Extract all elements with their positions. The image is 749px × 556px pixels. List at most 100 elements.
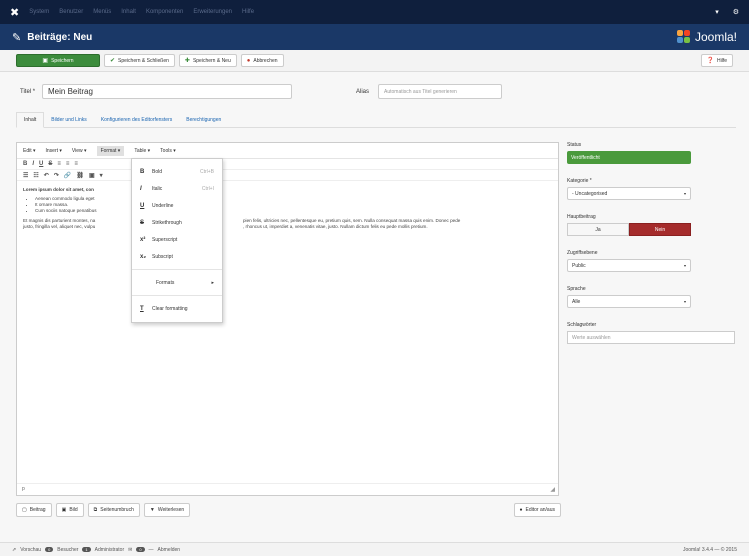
toggle-editor-button[interactable]: ● Editor an/aus bbox=[513, 503, 561, 517]
format-formats-submenu[interactable]: Formats ▸ bbox=[132, 274, 222, 291]
menu-components[interactable]: Komponenten bbox=[146, 9, 183, 15]
content-heading: Lorem ipsum dolor sit amet, con bbox=[23, 187, 94, 192]
editor-menu-view[interactable]: View ▾ bbox=[72, 148, 87, 154]
rich-text-editor[interactable]: Edit ▾ Insert ▾ View ▾ Format ▾ Table ▾ … bbox=[16, 142, 559, 496]
bold-icon[interactable]: B bbox=[23, 161, 27, 167]
eye-icon: ● bbox=[519, 507, 523, 513]
featured-yes[interactable]: Ja bbox=[567, 223, 629, 236]
clear-format-icon: T bbox=[140, 305, 144, 312]
editor-content[interactable]: Lorem ipsum dolor sit amet, con Aenean c… bbox=[17, 181, 558, 236]
tab-images-links[interactable]: Bilder und Links bbox=[44, 117, 94, 127]
element-path[interactable]: p bbox=[22, 486, 25, 492]
save-new-button[interactable]: ✚ Speichern & Neu bbox=[178, 54, 237, 67]
format-superscript[interactable]: x² Superscript bbox=[132, 231, 222, 248]
format-subscript[interactable]: x₂ Subscript bbox=[132, 248, 222, 265]
format-strikethrough[interactable]: S Strikethrough bbox=[132, 214, 222, 231]
format-italic[interactable]: I Italic Ctrl+I bbox=[132, 180, 222, 197]
more-icon[interactable]: ▾ bbox=[100, 172, 103, 179]
alias-label: Alias bbox=[356, 88, 370, 95]
tab-editor-config[interactable]: Konfigurieren des Editorfensters bbox=[94, 117, 179, 127]
joomla-logo-icon[interactable]: ✖ bbox=[10, 6, 19, 19]
bold-icon: B bbox=[140, 168, 145, 175]
chevron-down-icon: ▾ bbox=[683, 191, 686, 196]
help-button[interactable]: ❓ Hilfe bbox=[700, 54, 733, 67]
tags-input[interactable]: Werte auswählen bbox=[567, 331, 735, 344]
format-bold[interactable]: B Bold Ctrl+B bbox=[132, 163, 222, 180]
underline-icon[interactable]: U bbox=[39, 161, 43, 167]
menu-help[interactable]: Hilfe bbox=[242, 9, 254, 15]
alias-input[interactable]: Automatisch aus Titel generieren bbox=[378, 84, 502, 99]
format-clear[interactable]: T Clear formatting bbox=[132, 300, 222, 317]
align-left-icon[interactable]: ≡ bbox=[57, 161, 61, 167]
save-button[interactable]: ▣ Speichern bbox=[16, 54, 100, 67]
insert-image-button[interactable]: ▣ Bild bbox=[55, 503, 84, 517]
visitors-badge: 0 bbox=[45, 547, 54, 552]
image-icon[interactable]: ▣ bbox=[89, 172, 95, 179]
gear-icon[interactable]: ⚙ bbox=[733, 8, 739, 16]
save-new-label: Speichern & Neu bbox=[192, 57, 231, 64]
italic-icon: I bbox=[140, 185, 142, 192]
pagebreak-button[interactable]: ⧉ Seitenumbruch bbox=[87, 503, 140, 517]
save-label: Speichern bbox=[51, 57, 74, 64]
editor-menu-edit[interactable]: Edit ▾ bbox=[23, 148, 36, 154]
version-text: Joomla! 3.4.4 — © 2015 bbox=[683, 546, 737, 553]
menu-extensions[interactable]: Erweiterungen bbox=[193, 9, 232, 15]
menu-system[interactable]: System bbox=[29, 9, 49, 15]
align-right-icon[interactable]: ≡ bbox=[74, 161, 78, 167]
editor-toolbar-row-1: B I U S ≡ ≡ ≡ bbox=[17, 159, 558, 170]
language-value: Alle bbox=[572, 298, 581, 305]
visitors-label[interactable]: Besucher bbox=[57, 547, 78, 553]
menu-users[interactable]: Benutzer bbox=[59, 9, 83, 15]
cancel-button[interactable]: ● Abbrechen bbox=[240, 54, 284, 67]
joomla-brand: Joomla! bbox=[676, 30, 737, 44]
view-site-link[interactable]: Vorschau bbox=[20, 547, 41, 553]
align-center-icon[interactable]: ≡ bbox=[66, 161, 70, 167]
featured-no[interactable]: Nein bbox=[629, 223, 691, 236]
page-header: ✎ Beiträge: Neu Joomla! bbox=[0, 24, 749, 50]
italic-icon[interactable]: I bbox=[32, 161, 34, 167]
category-select[interactable]: - Uncategorised ▾ bbox=[567, 187, 691, 200]
copy-icon: ⧉ bbox=[93, 507, 98, 513]
resize-grip-icon[interactable]: ◢ bbox=[550, 486, 555, 493]
top-navbar: ✖ System Benutzer Menüs Inhalt Komponent… bbox=[0, 0, 749, 24]
format-subscript-label: Subscript bbox=[152, 253, 173, 260]
admins-label[interactable]: Administrator bbox=[95, 547, 124, 553]
toggle-editor-label: Editor an/aus bbox=[525, 507, 555, 513]
cancel-label: Abbrechen bbox=[253, 57, 278, 64]
bullet-list-icon[interactable]: ☰ bbox=[23, 172, 28, 179]
menu-divider bbox=[132, 269, 222, 270]
picture-icon: ▣ bbox=[61, 507, 67, 513]
language-select[interactable]: Alle ▾ bbox=[567, 295, 691, 308]
logout-link[interactable]: Abmelden bbox=[158, 547, 181, 553]
link-icon[interactable]: 🔗 bbox=[64, 172, 71, 179]
editor-menu-format[interactable]: Format ▾ bbox=[96, 145, 125, 156]
content-paragraph: Et magnis dis parturient montes, na just… bbox=[23, 218, 552, 230]
menu-menus[interactable]: Menüs bbox=[93, 9, 111, 15]
strikethrough-icon[interactable]: S bbox=[48, 161, 52, 167]
messages-badge[interactable]: 0 bbox=[136, 547, 145, 552]
status-label: Status bbox=[567, 142, 582, 148]
featured-toggle: Ja Nein bbox=[567, 223, 691, 236]
insert-article-button[interactable]: ▢ Beitrag bbox=[16, 503, 52, 517]
format-underline[interactable]: U Underline bbox=[132, 197, 222, 214]
editor-menu-insert[interactable]: Insert ▾ bbox=[46, 148, 62, 154]
title-input[interactable]: Mein Beitrag bbox=[42, 84, 292, 99]
action-toolbar: ▣ Speichern ✔ Speichern & Schließen ✚ Sp… bbox=[0, 50, 749, 72]
editor-menu-table[interactable]: Table ▾ bbox=[134, 148, 150, 154]
save-close-button[interactable]: ✔ Speichern & Schließen bbox=[104, 54, 175, 67]
menu-content[interactable]: Inhalt bbox=[121, 9, 136, 15]
editor-menu-tools[interactable]: Tools ▾ bbox=[160, 148, 176, 154]
readmore-button[interactable]: ▼ Weiterlesen bbox=[143, 503, 191, 517]
undo-icon[interactable]: ↶ bbox=[44, 172, 49, 179]
status-select[interactable]: Veröffentlicht bbox=[567, 151, 691, 164]
access-select[interactable]: Public ▾ bbox=[567, 259, 691, 272]
user-icon[interactable]: ▾ bbox=[715, 8, 719, 16]
unlink-icon[interactable]: ⛓ bbox=[76, 172, 84, 179]
file-icon: ▢ bbox=[22, 507, 27, 513]
format-italic-label: Italic bbox=[152, 185, 163, 192]
redo-icon[interactable]: ↷ bbox=[54, 172, 59, 179]
superscript-icon: x² bbox=[140, 236, 146, 243]
tab-content[interactable]: Inhalt bbox=[16, 112, 45, 128]
tab-permissions[interactable]: Berechtigungen bbox=[179, 117, 228, 127]
numbered-list-icon[interactable]: ☷ bbox=[33, 172, 38, 179]
